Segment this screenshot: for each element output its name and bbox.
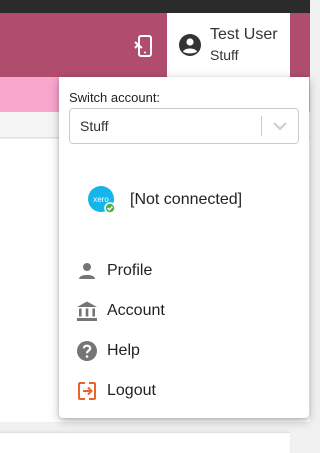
xero-logo-icon: xero [88, 186, 116, 214]
menu-item-logout[interactable]: Logout [59, 373, 309, 409]
app-header: Test User Stuff [0, 13, 310, 77]
bottom-card [0, 432, 290, 453]
menu-item-label: Profile [107, 262, 153, 279]
menu-item-account[interactable]: Account [59, 293, 309, 329]
switch-account-label: Switch account: [69, 90, 161, 105]
window-top-strip [0, 0, 310, 13]
xero-logo-text: xero [93, 195, 109, 204]
person-icon [76, 260, 98, 282]
xero-connection-item[interactable]: xero [Not connected] [59, 180, 309, 220]
help-icon [76, 340, 98, 362]
menu-item-help[interactable]: Help [59, 333, 309, 369]
account-dropdown-menu: Switch account: Stuff xero [Not connecte… [59, 77, 309, 418]
menu-item-label: Account [107, 302, 165, 319]
chevron-down-icon[interactable] [262, 109, 298, 143]
user-name: Test User [210, 26, 278, 43]
user-organization: Stuff [210, 47, 239, 63]
mobile-device-icon [134, 35, 152, 57]
menu-item-label: Help [107, 342, 140, 359]
mobile-device-button[interactable] [130, 32, 158, 60]
menu-item-profile[interactable]: Profile [59, 253, 309, 289]
connection-status: [Not connected] [130, 191, 243, 208]
logout-icon [76, 380, 98, 402]
user-menu-button[interactable]: Test User Stuff [167, 13, 290, 77]
account-select-value: Stuff [80, 118, 109, 134]
account-circle-icon [178, 33, 202, 57]
menu-item-label: Logout [107, 382, 156, 399]
bank-icon [76, 300, 98, 322]
account-select[interactable]: Stuff [69, 108, 299, 144]
